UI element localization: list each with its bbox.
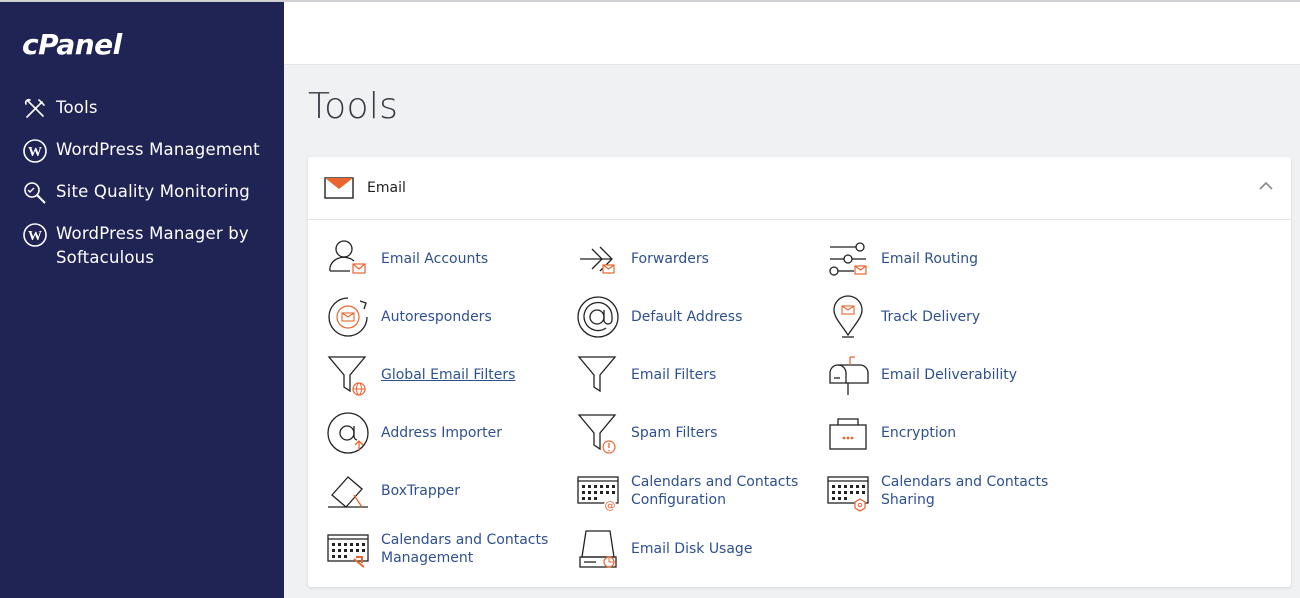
item-label: Email Accounts bbox=[381, 251, 489, 267]
email-accounts-icon bbox=[329, 240, 366, 274]
filter-icon bbox=[577, 356, 617, 393]
item-label: Email Filters bbox=[631, 367, 717, 383]
email-disk-usage-link[interactable]: Email Disk Usage bbox=[576, 526, 816, 572]
global-filter-icon bbox=[327, 356, 367, 396]
sidebar-nav: Tools W WordPress Management Site Qualit… bbox=[22, 96, 272, 286]
autoresponders-link[interactable]: Autoresponders bbox=[326, 294, 566, 340]
forwarders-link[interactable]: Forwarders bbox=[576, 236, 816, 282]
item-label: Calendars and Contacts Sharing bbox=[881, 474, 1049, 508]
wordpress-icon: W bbox=[23, 223, 47, 247]
forwarders-icon bbox=[580, 246, 615, 274]
sidebar-item-label: WordPress Manager by Softaculous bbox=[56, 224, 249, 267]
email-routing-icon bbox=[829, 242, 867, 276]
wordpress-icon: W bbox=[23, 139, 47, 163]
sidebar-item-label: Tools bbox=[56, 98, 98, 117]
disk-usage-icon bbox=[579, 530, 617, 568]
email-panel: Email Email Accounts Forwarders Email Ro… bbox=[308, 157, 1291, 587]
chevron-up-icon[interactable] bbox=[1259, 181, 1273, 191]
encryption-link[interactable]: Encryption bbox=[826, 410, 1066, 456]
cpanel-logo[interactable]: cPanel bbox=[22, 28, 122, 61]
email-accounts-link[interactable]: Email Accounts bbox=[326, 236, 566, 282]
item-label: Email Disk Usage bbox=[631, 541, 753, 557]
svg-text:@: @ bbox=[605, 499, 616, 512]
sidebar: cPanel Tools W WordPress Management Site… bbox=[0, 2, 284, 598]
spam-filters-link[interactable]: Spam Filters bbox=[576, 410, 816, 456]
item-label: Global Email Filters bbox=[381, 367, 516, 383]
sidebar-item-wordpress-management[interactable]: W WordPress Management bbox=[22, 138, 272, 164]
page-title: Tools bbox=[308, 86, 399, 127]
calendars-contacts-sharing-link[interactable]: Calendars and Contacts Sharing bbox=[826, 468, 1066, 514]
address-importer-link[interactable]: Address Importer bbox=[326, 410, 566, 456]
global-email-filters-link[interactable]: Global Email Filters bbox=[326, 352, 566, 398]
sidebar-item-site-quality-monitoring[interactable]: Site Quality Monitoring bbox=[22, 180, 272, 206]
track-delivery-link[interactable]: Track Delivery bbox=[826, 294, 1066, 340]
email-panel-header[interactable]: Email bbox=[308, 157, 1291, 220]
mailbox-icon bbox=[829, 356, 869, 395]
calendar-config-icon: @ bbox=[577, 476, 619, 512]
calendar-sharing-icon bbox=[827, 476, 869, 512]
sidebar-item-label: Site Quality Monitoring bbox=[56, 182, 250, 201]
sidebar-item-label: WordPress Management bbox=[56, 140, 260, 159]
envelope-icon bbox=[324, 177, 354, 199]
panel-title: Email bbox=[367, 180, 406, 196]
map-pin-icon bbox=[833, 295, 863, 338]
sidebar-item-tools[interactable]: Tools bbox=[22, 96, 272, 122]
boxtrapper-link[interactable]: BoxTrapper bbox=[326, 468, 566, 514]
item-label: Calendars and Contacts Management bbox=[381, 532, 549, 566]
calendars-contacts-management-link[interactable]: Calendars and Contacts Management bbox=[326, 526, 566, 572]
spam-filter-icon bbox=[577, 414, 617, 454]
svg-text:W: W bbox=[28, 145, 42, 160]
item-label: Spam Filters bbox=[631, 425, 718, 441]
calendar-management-icon bbox=[327, 534, 369, 568]
calendars-contacts-configuration-link[interactable]: @ Calendars and Contacts Configuration bbox=[576, 468, 816, 514]
at-sign-icon bbox=[577, 296, 619, 338]
encryption-icon bbox=[829, 418, 867, 450]
email-deliverability-link[interactable]: Email Deliverability bbox=[826, 352, 1066, 398]
default-address-link[interactable]: Default Address bbox=[576, 294, 816, 340]
autoresponders-icon bbox=[328, 297, 368, 337]
item-label: Track Delivery bbox=[881, 309, 981, 325]
item-label: Default Address bbox=[631, 309, 743, 325]
item-label: BoxTrapper bbox=[381, 483, 460, 499]
item-label: Calendars and Contacts Configuration bbox=[631, 474, 799, 508]
tools-icon bbox=[24, 98, 45, 118]
boxtrapper-icon bbox=[328, 476, 368, 508]
item-label: Forwarders bbox=[631, 251, 709, 267]
email-filters-link[interactable]: Email Filters bbox=[576, 352, 816, 398]
item-label: Autoresponders bbox=[381, 309, 492, 325]
magnifier-icon bbox=[24, 182, 46, 204]
item-label: Email Deliverability bbox=[881, 367, 1018, 383]
top-bar bbox=[284, 2, 1300, 65]
item-label: Address Importer bbox=[381, 425, 503, 441]
email-routing-link[interactable]: Email Routing bbox=[826, 236, 1066, 282]
sidebar-item-wordpress-manager-softaculous[interactable]: W WordPress Manager by Softaculous bbox=[22, 222, 272, 270]
svg-text:W: W bbox=[28, 229, 42, 244]
address-importer-icon bbox=[327, 412, 369, 454]
item-label: Email Routing bbox=[881, 251, 978, 267]
item-label: Encryption bbox=[881, 425, 957, 441]
